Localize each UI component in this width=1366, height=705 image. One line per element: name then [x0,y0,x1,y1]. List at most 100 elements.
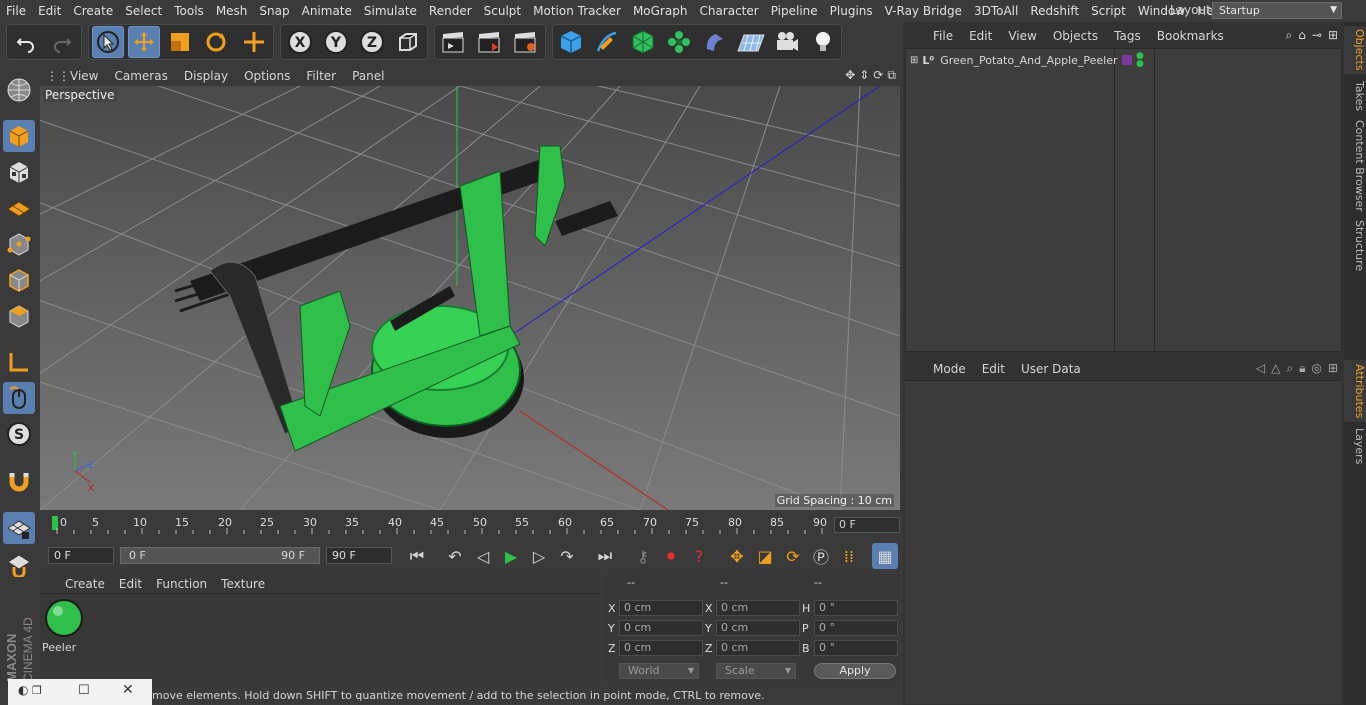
z-axis-lock-button[interactable]: Z [356,26,388,58]
snap-magnet-button[interactable] [3,466,35,498]
menu-mograph[interactable]: MoGraph [627,4,694,18]
maximize-view-icon[interactable]: ⧉ [887,68,896,83]
rotation-p-field[interactable]: 0 ° [814,620,898,636]
pan-view-icon[interactable]: ✥ [845,68,855,83]
menu-mesh[interactable]: Mesh [210,4,254,18]
tab-structure[interactable]: Structure [1344,218,1366,274]
rotate-tool-button[interactable] [200,26,232,58]
tab-content-browser[interactable]: Content Browser [1344,120,1366,212]
menu-simulate[interactable]: Simulate [358,4,423,18]
expand-icon[interactable]: ⊞ [910,55,918,66]
tab-layers[interactable]: Layers [1344,426,1366,466]
viewport-menu-display[interactable]: Display [176,69,236,83]
world-select[interactable]: World ▼ [619,663,699,679]
material-menu-edit[interactable]: Edit [112,577,149,591]
size-z-field[interactable]: 0 cm [716,640,800,656]
lock-icon[interactable]: 🔒︎ [1299,361,1305,376]
scale-tool-button[interactable] [164,26,196,58]
prev-frame-button[interactable]: ◁ [470,543,496,569]
maximize-icon[interactable]: ☐ [78,683,90,698]
objects-menu-edit[interactable]: Edit [961,29,1000,43]
up-arrow-icon[interactable]: △ [1271,361,1280,376]
objects-menu-view[interactable]: View [1000,29,1044,43]
objects-menu-file[interactable]: File [925,29,961,43]
menu-redshift[interactable]: Redshift [1024,4,1085,18]
deformer-button[interactable] [699,26,731,58]
search-icon[interactable]: ⌕ [1286,28,1293,43]
material-menu-function[interactable]: Function [149,577,214,591]
menu-tools[interactable]: Tools [168,4,210,18]
objects-menu-bookmarks[interactable]: Bookmarks [1149,29,1232,43]
tab-attributes[interactable]: Attributes [1344,360,1366,422]
target-icon[interactable]: ◎ [1311,361,1321,376]
x-axis-lock-button[interactable]: X [284,26,316,58]
scale-select[interactable]: Scale ▼ [716,663,796,679]
viewport-menu-panel[interactable]: Panel [344,69,392,83]
attributes-menu-mode[interactable]: Mode [925,362,974,376]
next-key-button[interactable]: ↷ [554,543,580,569]
new-panel-icon[interactable]: ⊞ [1328,28,1338,43]
keyframe-selection-button[interactable]: ? [686,543,712,569]
dolly-view-icon[interactable]: ⇕ [859,68,869,83]
size-y-field[interactable]: 0 cm [716,620,800,636]
material-menu-texture[interactable]: Texture [214,577,272,591]
rotation-b-field[interactable]: 0 ° [814,640,898,656]
y-axis-lock-button[interactable]: Y [320,26,352,58]
menu-snap[interactable]: Snap [253,4,295,18]
texture-mode-button[interactable] [3,156,35,188]
current-frame-field[interactable]: 0 F [834,517,900,533]
make-editable-button[interactable] [3,74,35,106]
key-rotation-button[interactable]: ⟳ [780,543,806,569]
record-active-button[interactable]: ⚷ [630,543,656,569]
undo-button[interactable] [10,26,42,58]
material-menu-create[interactable]: Create [58,577,112,591]
prev-key-button[interactable]: ↶ [442,543,468,569]
home-icon[interactable]: ⌂ [1298,28,1306,43]
play-button[interactable]: ▶ [498,543,524,569]
points-mode-button[interactable] [3,228,35,260]
timeline-window-button[interactable]: ▦ [872,543,898,569]
menu-character[interactable]: Character [693,4,764,18]
axis-mode-button[interactable] [3,346,35,378]
move-tool-button[interactable] [128,26,160,58]
restore-icon[interactable]: ❐ [32,684,42,697]
position-y-field[interactable]: 0 cm [619,620,703,636]
object-name[interactable]: Green_Potato_And_Apple_Peeler [940,54,1117,67]
layout-select[interactable]: Startup ▼ [1212,2,1342,19]
key-position-button[interactable]: ✥ [724,543,750,569]
attributes-menu-user-data[interactable]: User Data [1013,362,1089,376]
range-slider[interactable]: 0 F 90 F [120,547,320,564]
menu-animate[interactable]: Animate [296,4,358,18]
timeline-ruler[interactable]: 0 5 10 15 20 25 30 35 40 45 50 55 60 65 … [40,512,900,534]
subdivision-surface-button[interactable] [627,26,659,58]
back-arrow-icon[interactable]: ◁ [1256,361,1265,376]
attributes-menu-edit[interactable]: Edit [974,362,1013,376]
redo-button[interactable] [46,26,78,58]
viewport-menu-options[interactable]: Options [236,69,298,83]
workplane-lock-button[interactable] [3,512,35,544]
menu-file[interactable]: File [0,4,32,18]
menu-select[interactable]: Select [119,4,168,18]
render-view-button[interactable] [437,26,469,58]
menu-motion-tracker[interactable]: Motion Tracker [527,4,627,18]
menu-script[interactable]: Script [1085,4,1132,18]
camera-button[interactable] [771,26,803,58]
viewport-camera-label[interactable]: Perspective [43,88,117,102]
viewport-menu-view[interactable]: View [62,69,106,83]
material-swatch[interactable]: Peeler [42,598,86,656]
orbit-view-icon[interactable]: ⟳ [873,68,883,83]
workplane-mode-button[interactable] [3,192,35,224]
viewport-menu-filter[interactable]: Filter [298,69,344,83]
rotation-h-field[interactable]: 0 ° [814,600,898,616]
menu-3dtoall[interactable]: 3DToAll [968,4,1024,18]
objects-menu-tags[interactable]: Tags [1106,29,1149,43]
edges-mode-button[interactable] [3,264,35,296]
snap-settings-button[interactable] [3,548,35,580]
playhead[interactable] [52,516,58,530]
tab-objects[interactable]: Objects [1344,26,1366,74]
live-selection-button[interactable] [92,26,124,58]
floor-button[interactable] [735,26,767,58]
menu-plugins[interactable]: Plugins [824,4,879,18]
next-frame-button[interactable]: ▷ [526,543,552,569]
position-z-field[interactable]: 0 cm [619,640,703,656]
